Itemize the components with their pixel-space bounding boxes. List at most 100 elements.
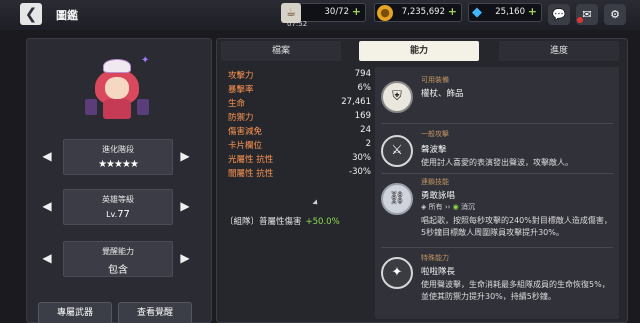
stat-label: 卡片欄位	[228, 141, 263, 151]
stat-value: -30%	[349, 167, 371, 177]
tab-abilities[interactable]: 能力	[359, 41, 479, 61]
skill-name: 啦啦隊長	[421, 267, 456, 277]
stat-value: 24	[360, 125, 371, 135]
team-bonus: 〔組隊〕普屬性傷害 +50.0%	[225, 215, 340, 227]
gem-value: 25,160	[495, 7, 525, 17]
notification-dot	[577, 17, 583, 23]
coin-value: 7,235,692	[401, 7, 445, 17]
stat-value: 6%	[357, 83, 372, 93]
speaker-right-image	[137, 99, 149, 115]
skill-name: 勇敢詠唱	[421, 191, 456, 201]
team-bonus-label: 〔組隊〕普屬性傷害	[225, 217, 302, 227]
skill-type: 連鎖技能	[421, 178, 449, 186]
skill-name: 權杖、飾品	[421, 89, 464, 99]
awaken-prev-arrow[interactable]: ◀	[41, 251, 53, 265]
skill-name: 聲波擊	[421, 145, 447, 155]
gear-icon: ⚙	[610, 8, 620, 21]
add-coins-button[interactable]: +	[448, 5, 457, 18]
level-number: 77	[117, 209, 130, 220]
stat-value: 794	[354, 69, 371, 79]
condition-icon: ◉	[452, 203, 462, 211]
divider	[381, 247, 613, 248]
character-portrait: ✦	[85, 53, 151, 123]
exclusive-weapon-button[interactable]: 專屬武器	[38, 302, 112, 323]
team-bonus-value: +50.0%	[305, 217, 340, 227]
stat-row: 攻擊力 794	[225, 69, 371, 82]
sword-icon: ⚔	[381, 135, 413, 167]
stat-row: 闇屬性 抗性 -30%	[225, 167, 371, 180]
character-face	[105, 77, 129, 99]
stat-row: 傷害減免 24	[225, 125, 371, 138]
page-title: 圖鑑	[56, 9, 78, 22]
stamina-value: 30/72	[324, 7, 350, 17]
skill-type: 一般攻擊	[421, 130, 449, 138]
chat-icon: 💬	[552, 8, 566, 21]
coin-counter: ● 7,235,692 +	[374, 3, 462, 22]
coin-icon: ●	[377, 5, 393, 21]
stat-value: 2	[365, 139, 371, 149]
evolution-stage-slot: 進化階段 ★★★★★	[63, 139, 173, 175]
equipment-icon: ⛨	[381, 81, 413, 113]
evolution-prev-arrow[interactable]: ◀	[41, 149, 53, 163]
level-prefix: Lv.	[106, 210, 118, 219]
character-body	[103, 99, 131, 119]
stat-label: 暴擊率	[228, 85, 254, 95]
tab-bar: 檔案 能力 進度	[221, 41, 625, 61]
awakening-value: 包含	[108, 265, 128, 276]
chain-arrow-icon: ››	[444, 203, 453, 211]
hero-level-value: Lv.77	[64, 209, 172, 220]
skills-list: ⛨ 可用裝備 權杖、飾品 ⚔ 一般攻擊 聲波擊 使用討人喜愛的表演發出聲波，攻擊…	[375, 67, 619, 319]
awaken-next-arrow[interactable]: ▶	[179, 251, 191, 265]
skill-description: 唱起歌，按照每秒攻擊的240%對目標敵人造成傷害，5秒鐘目標敵人周圍隊員攻擊提升…	[421, 216, 612, 237]
back-button[interactable]: ❮	[20, 3, 42, 25]
stat-label: 光屬性 抗性	[228, 155, 274, 165]
level-prev-arrow[interactable]: ◀	[41, 199, 53, 213]
stat-label: 闇屬性 抗性	[228, 169, 274, 179]
add-stamina-button[interactable]: +	[352, 5, 361, 18]
chain-condition: ◈ 所有 ›› ◉ 消沉	[421, 202, 475, 212]
level-next-arrow[interactable]: ▶	[179, 199, 191, 213]
back-arrow-icon: ❮	[24, 5, 38, 23]
character-hat	[103, 59, 131, 73]
top-bar: ❮ 圖鑑 ☕ 30/72 + 07:52 ● 7,235,692 + ◆ 25,…	[0, 0, 640, 30]
sparkle-icon: ✦	[381, 257, 413, 289]
sparkle-star-icon: ✦	[141, 55, 150, 66]
evolution-next-arrow[interactable]: ▶	[179, 149, 191, 163]
settings-button[interactable]: ⚙	[604, 4, 626, 25]
chain-icon: ⛓	[381, 183, 413, 215]
stat-label: 傷害減免	[228, 127, 263, 137]
speaker-left-image	[85, 99, 97, 115]
hero-level-label: 英雄等級	[102, 195, 134, 204]
stat-row: 卡片欄位 2	[225, 139, 371, 152]
divider	[381, 173, 613, 174]
chain-from: 所有	[428, 203, 443, 211]
chat-button[interactable]: 💬	[548, 4, 570, 25]
skill-type: 可用裝備	[421, 76, 449, 84]
mail-icon: ✉	[582, 8, 592, 21]
stats-list: 攻擊力 794 暴擊率 6% 生命 27,461 防禦力 169 傷害減免 24 卡片欄位…	[225, 69, 371, 181]
tab-progress[interactable]: 進度	[499, 41, 619, 61]
chain-to: 消沉	[461, 203, 476, 211]
tab-profile[interactable]: 檔案	[221, 41, 341, 61]
skill-type: 特殊能力	[421, 254, 449, 262]
stat-row: 暴擊率 6%	[225, 83, 371, 96]
hero-level-slot: 英雄等級 Lv.77	[63, 189, 173, 225]
divider	[381, 123, 613, 124]
view-awakening-button[interactable]: 查看覺醒	[118, 302, 192, 323]
info-panel: 檔案 能力 進度 攻擊力 794 暴擊率 6% 生命 27,461 防禦力 169 傷害…	[216, 38, 628, 323]
stat-label: 防禦力	[228, 113, 254, 123]
skill-description: 使用討人喜愛的表演發出聲波，攻擊敵人。	[421, 158, 573, 167]
stat-value: 169	[354, 111, 371, 121]
awakening-slot: 覺醒能力 包含	[63, 241, 173, 277]
stamina-timer: 07:52	[287, 20, 308, 28]
gem-icon: ◆	[472, 5, 482, 20]
stat-row: 生命 27,461	[225, 97, 371, 110]
gem-counter: ◆ 25,160 +	[468, 3, 542, 22]
stat-value: 30%	[352, 153, 371, 163]
skill-description: 使用聲波擊，生命消耗最多組隊成員的生命恢復5%，並使其防禦力提升30%，持續5秒…	[421, 280, 610, 301]
add-gems-button[interactable]: +	[528, 5, 537, 18]
character-panel: ✦ ◀ 進化階段 ★★★★★ ▶ ◀ 英雄等級 Lv.77 ▶ ◀ 覺醒能力 包…	[26, 38, 212, 323]
stat-row: 光屬性 抗性 30%	[225, 153, 371, 166]
awakening-label: 覺醒能力	[102, 247, 134, 256]
evolution-stars: ★★★★★	[98, 159, 139, 170]
